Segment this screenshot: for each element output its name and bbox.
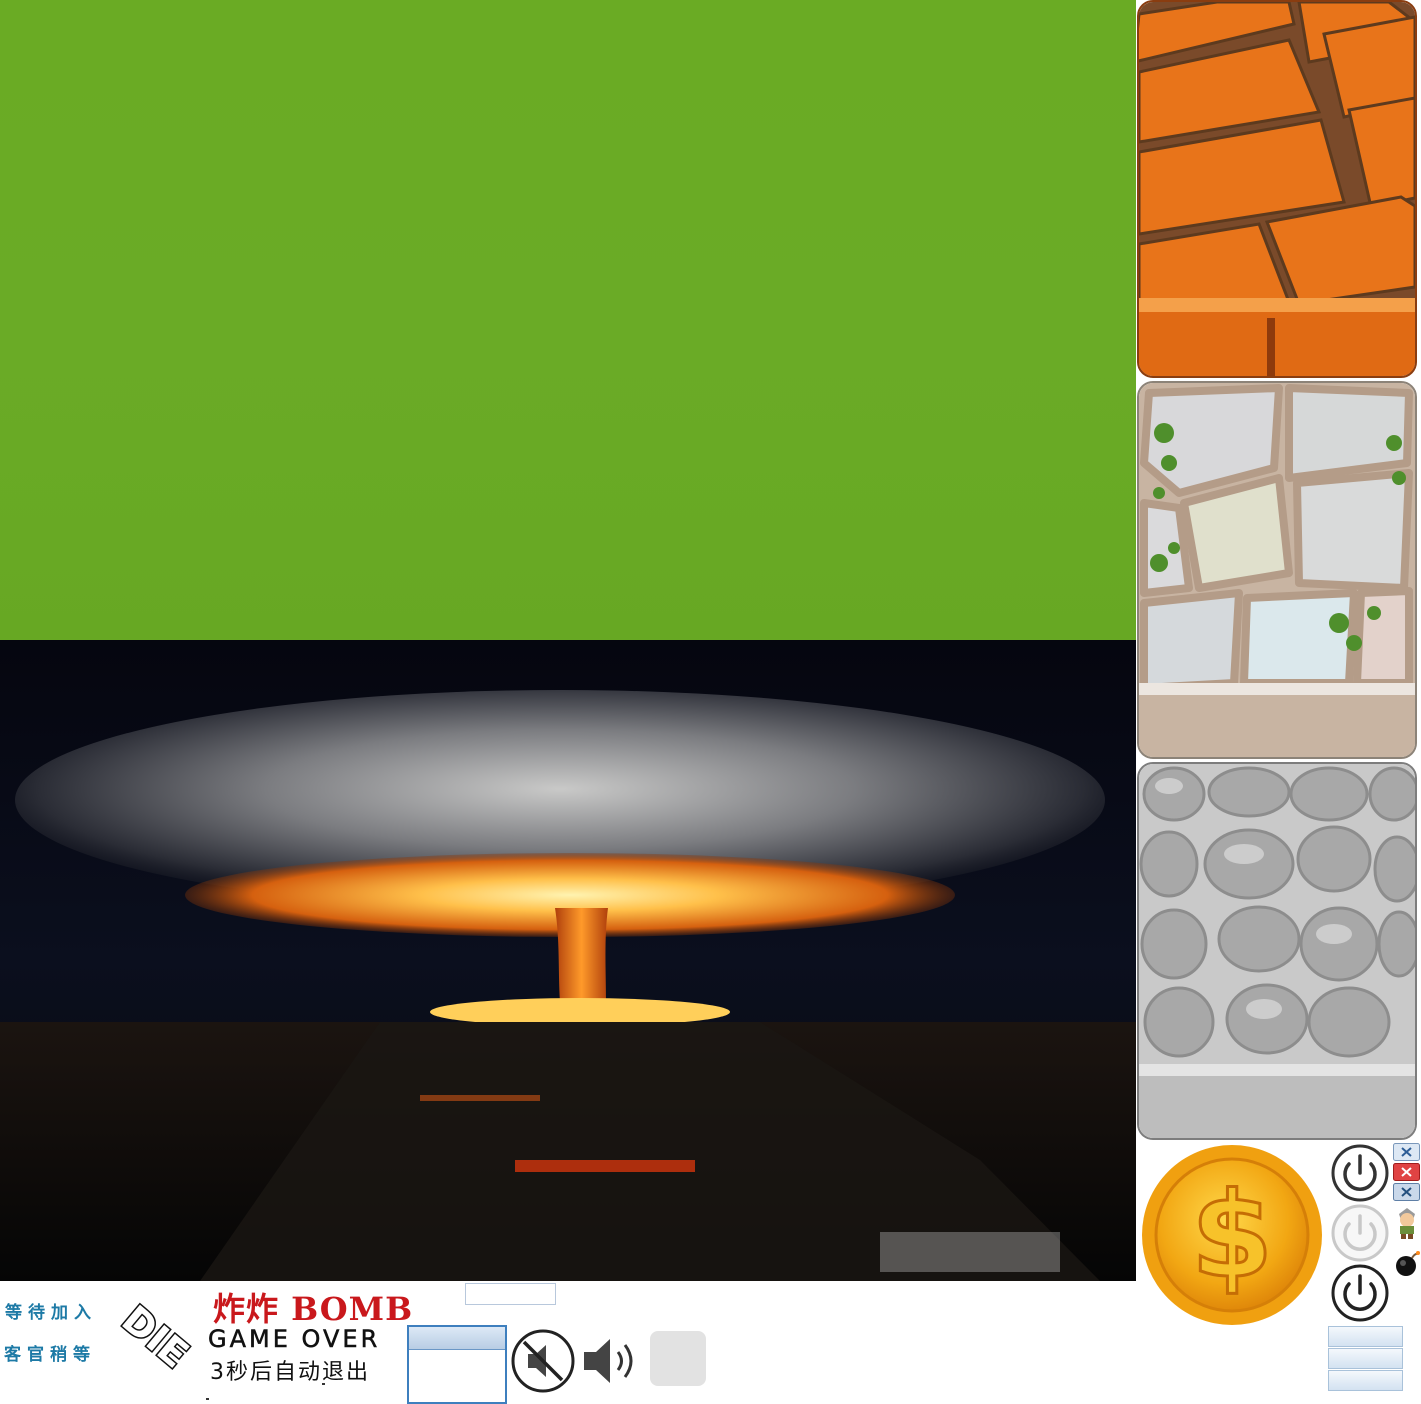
close-icon	[1393, 1143, 1420, 1161]
name-input[interactable]	[465, 1283, 556, 1305]
game-title: 炸炸 BOMB	[213, 1290, 414, 1328]
game-over-label: GAME OVER	[208, 1325, 381, 1354]
window-panel[interactable]	[407, 1325, 507, 1404]
waiting-join-label: 等待加入	[5, 1303, 97, 1323]
power-icon	[1331, 1144, 1389, 1202]
stray-mark	[206, 1398, 209, 1400]
close-button-pressed[interactable]	[1393, 1183, 1420, 1201]
power-button-pressed[interactable]	[1330, 1263, 1390, 1323]
auto-exit-label: 3秒后自动退出	[210, 1360, 370, 1385]
please-wait-label: 客官稍等	[4, 1345, 96, 1365]
die-text: DIE	[114, 1297, 197, 1377]
mute-button[interactable]	[510, 1328, 576, 1394]
window-title-bar[interactable]	[409, 1327, 505, 1350]
bar-tab-normal[interactable]	[1328, 1326, 1403, 1347]
bar-tab-pressed[interactable]	[1328, 1370, 1403, 1391]
close-button[interactable]	[1393, 1143, 1420, 1161]
die-label: DIE	[108, 1292, 204, 1380]
close-icon	[1393, 1163, 1420, 1181]
dollar-coin-icon: $	[1138, 1143, 1326, 1327]
stone-floor-tile	[1137, 381, 1417, 759]
bomb-icon	[1393, 1248, 1421, 1278]
power-button-disabled[interactable]	[1330, 1203, 1390, 1263]
bomber-character-icon	[1393, 1206, 1421, 1240]
speaker-muted-icon	[511, 1329, 575, 1393]
power-button[interactable]	[1330, 1143, 1390, 1203]
power-icon	[1331, 1264, 1389, 1322]
explosion-background-image	[0, 640, 1136, 1281]
stray-mark	[322, 1383, 325, 1385]
blank-gray-button[interactable]	[650, 1331, 706, 1386]
power-icon	[1331, 1204, 1389, 1262]
speaker-on-icon	[584, 1339, 633, 1383]
close-button-hover[interactable]	[1393, 1163, 1420, 1181]
sound-button[interactable]	[580, 1328, 646, 1394]
bar-tab-hover[interactable]	[1328, 1348, 1403, 1369]
grass-background-tile	[0, 0, 1136, 640]
cobblestone-tile	[1137, 762, 1417, 1140]
svg-text:$: $	[1191, 1166, 1273, 1304]
close-icon	[1393, 1183, 1420, 1201]
brick-wall-tile	[1137, 0, 1417, 378]
